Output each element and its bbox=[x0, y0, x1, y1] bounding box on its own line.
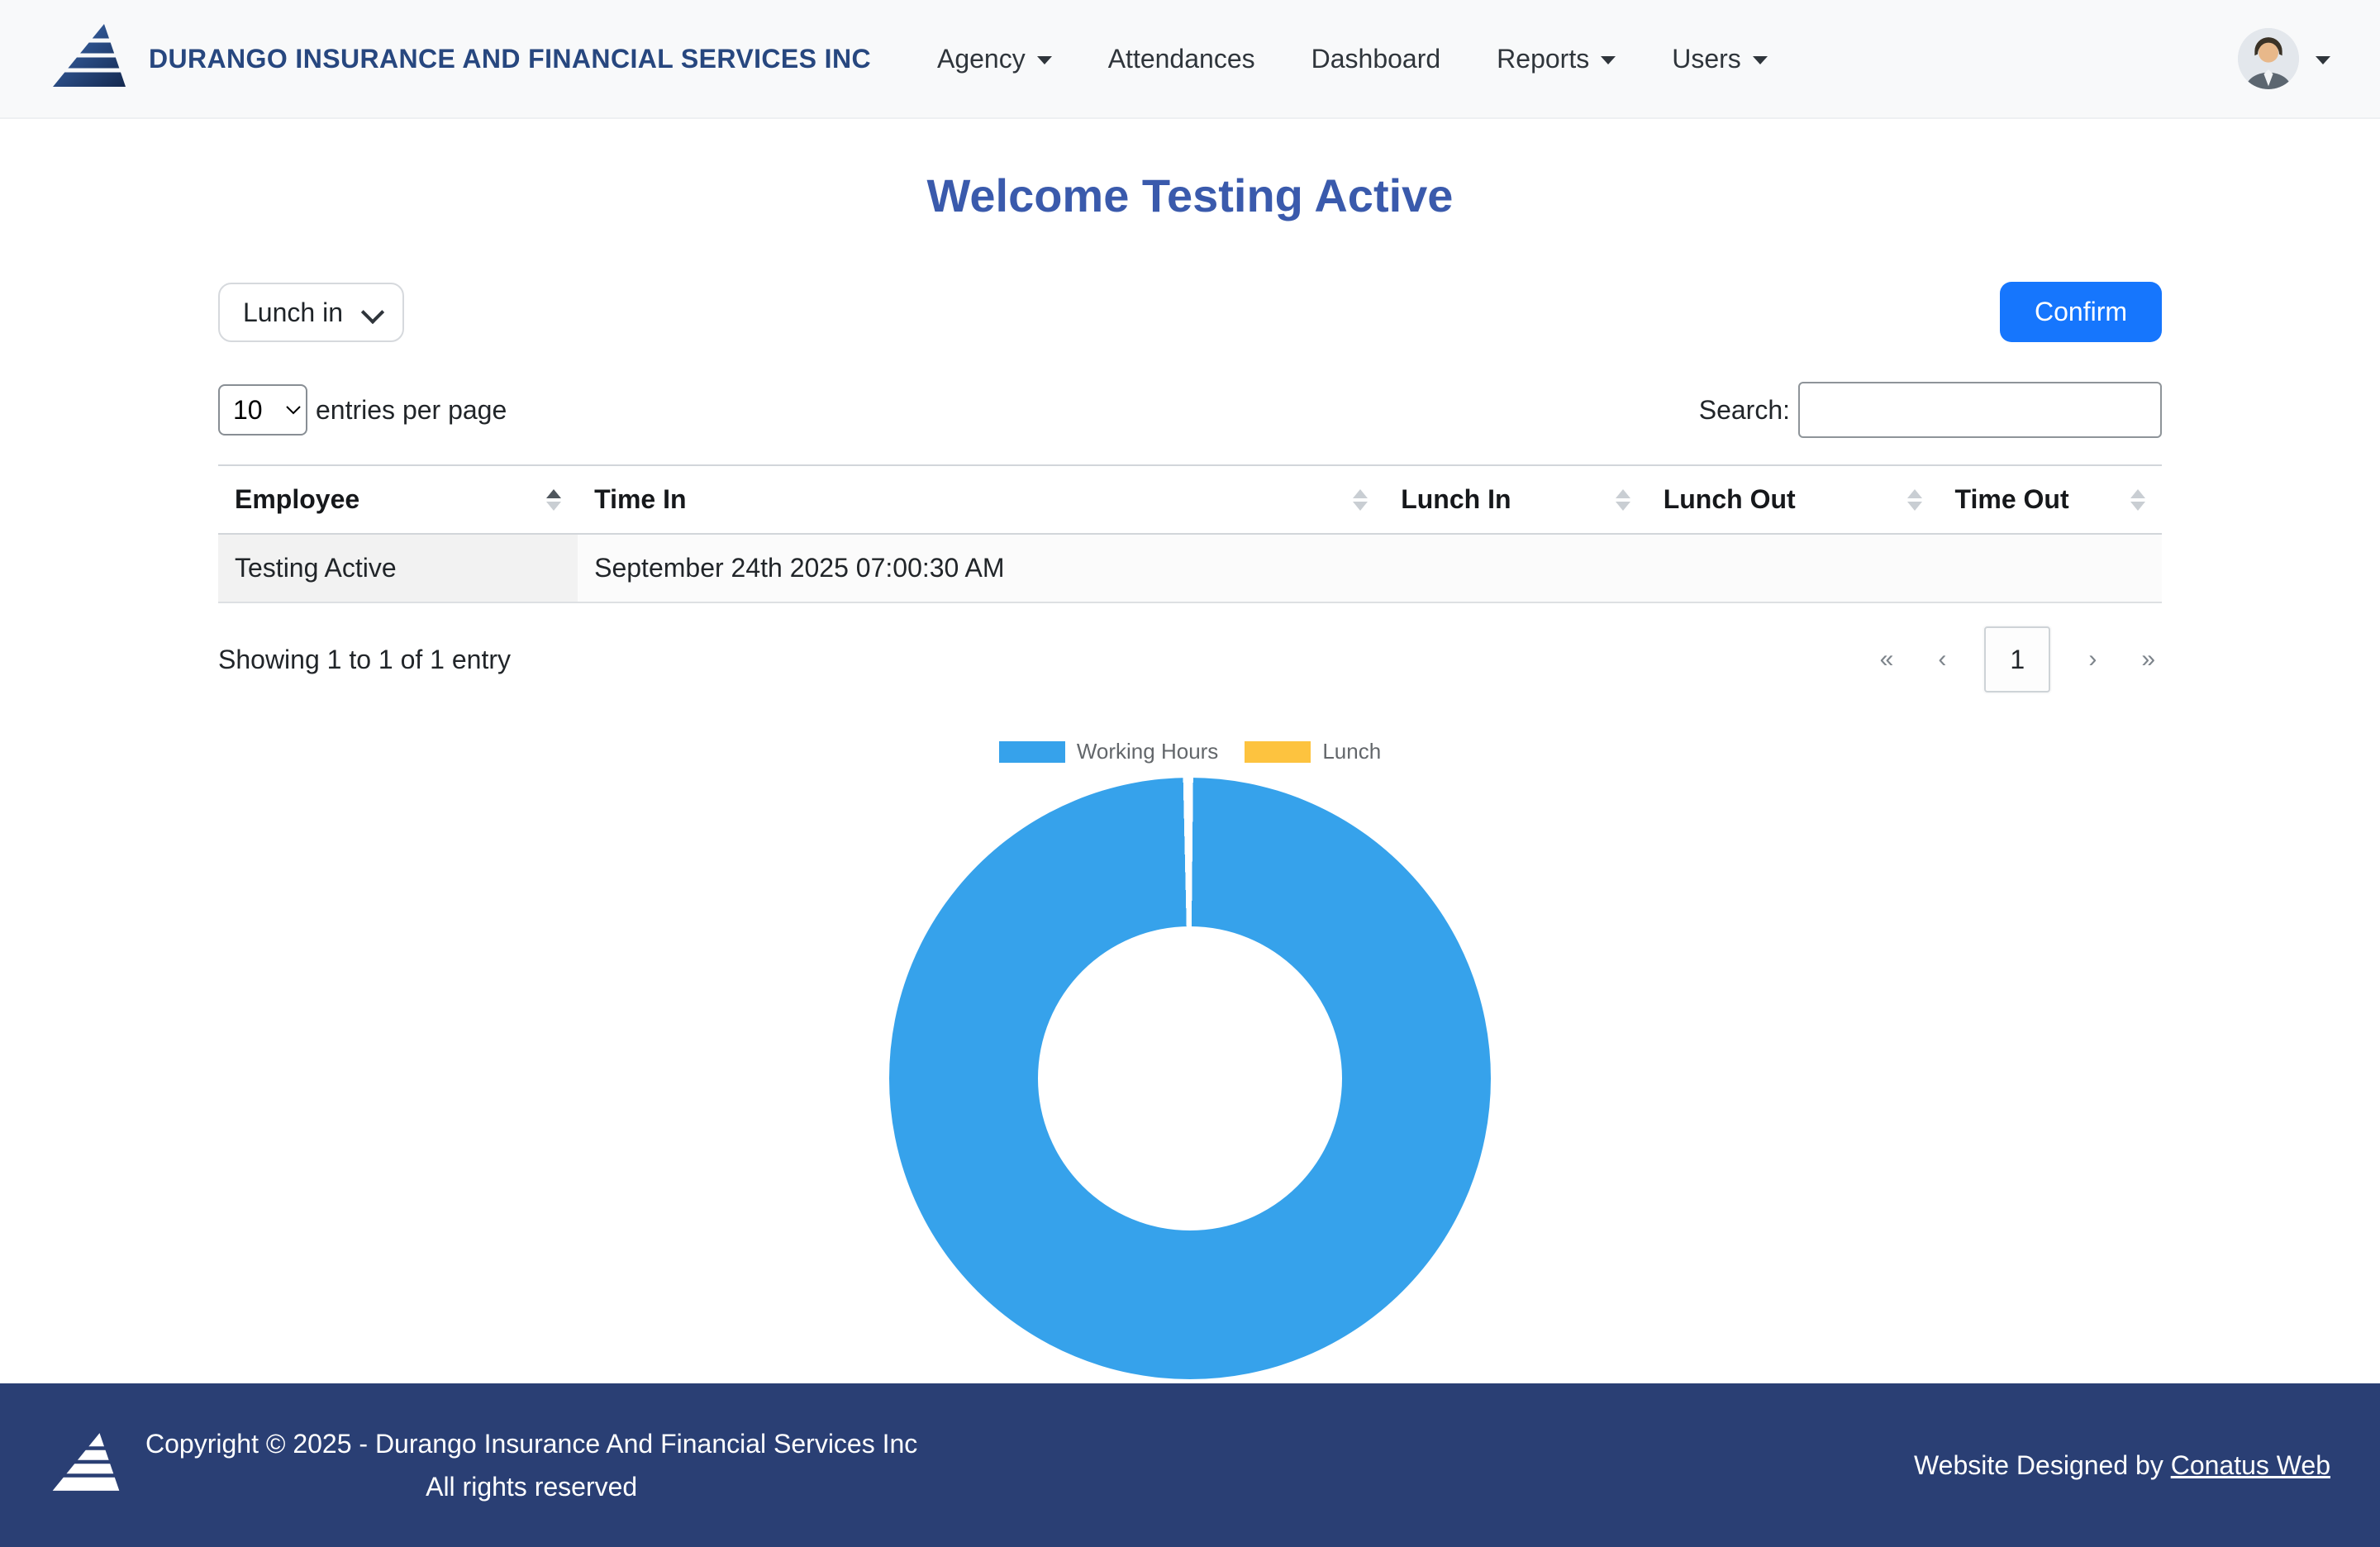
footer-credit: Website Designed by Conatus Web bbox=[1914, 1450, 2330, 1481]
action-row: Lunch in Confirm bbox=[218, 282, 2162, 342]
cell-lunch-out bbox=[1647, 534, 1939, 602]
table-info: Showing 1 to 1 of 1 entry bbox=[218, 645, 511, 675]
cell-time-out bbox=[1939, 534, 2163, 602]
main-content: Welcome Testing Active Lunch in Confirm … bbox=[0, 119, 2380, 1383]
brand-logo-link[interactable]: DURANGO INSURANCE AND FINANCIAL SERVICES… bbox=[50, 21, 871, 97]
pagination-page-1-button[interactable]: 1 bbox=[1984, 626, 2050, 693]
app-window: DURANGO INSURANCE AND FINANCIAL SERVICES… bbox=[0, 0, 2380, 1547]
nav-item-attendances[interactable]: Attendances bbox=[1108, 44, 1255, 74]
caret-down-icon bbox=[1037, 56, 1052, 64]
confirm-button[interactable]: Confirm bbox=[2000, 282, 2162, 342]
search-input[interactable] bbox=[1798, 382, 2162, 438]
attendance-table: Employee Time In Lunch In Lun bbox=[218, 464, 2162, 603]
page-title: Welcome Testing Active bbox=[0, 169, 2380, 222]
sort-ascending-icon bbox=[546, 489, 561, 511]
sort-icons bbox=[1616, 489, 1630, 511]
search-label: Search: bbox=[1699, 395, 1790, 426]
column-header-time-in[interactable]: Time In bbox=[578, 465, 1384, 534]
sort-icons bbox=[1907, 489, 1922, 511]
nav-item-agency[interactable]: Agency bbox=[937, 44, 1052, 74]
pagination-last-button[interactable]: » bbox=[2135, 639, 2162, 680]
cell-lunch-in bbox=[1384, 534, 1647, 602]
column-header-lunch-in[interactable]: Lunch In bbox=[1384, 465, 1647, 534]
chart-legend: Working Hours Lunch bbox=[0, 739, 2380, 764]
caret-down-icon bbox=[1601, 56, 1616, 64]
rights-text: All rights reserved bbox=[145, 1465, 917, 1508]
company-logo-icon bbox=[50, 21, 129, 97]
footer: Copyright © 2025 - Durango Insurance And… bbox=[0, 1383, 2380, 1547]
cell-time-in: September 24th 2025 07:00:30 AM bbox=[578, 534, 1384, 602]
sort-icons bbox=[1353, 489, 1368, 511]
company-logo-icon bbox=[50, 1429, 122, 1502]
brand-name: DURANGO INSURANCE AND FINANCIAL SERVICES… bbox=[149, 44, 871, 74]
footer-copyright-block: Copyright © 2025 - Durango Insurance And… bbox=[145, 1422, 917, 1508]
table-header-row: Employee Time In Lunch In Lun bbox=[218, 465, 2162, 534]
working-hours-swatch bbox=[999, 741, 1065, 763]
legend-item-working-hours[interactable]: Working Hours bbox=[999, 739, 1218, 764]
table-footer-row: Showing 1 to 1 of 1 entry « ‹ 1 › » bbox=[218, 626, 2162, 693]
entries-per-page-select[interactable]: 10 bbox=[218, 384, 307, 436]
designed-by-text: Website Designed by bbox=[1914, 1450, 2171, 1480]
pagination-next-button[interactable]: › bbox=[2082, 639, 2103, 680]
search-control: Search: bbox=[1699, 382, 2162, 438]
nav-item-reports[interactable]: Reports bbox=[1497, 44, 1616, 74]
user-menu[interactable] bbox=[2238, 28, 2330, 89]
nav-item-users[interactable]: Users bbox=[1672, 44, 1768, 74]
table-controls-row: 10 entries per page Search: bbox=[218, 382, 2162, 438]
footer-left: Copyright © 2025 - Durango Insurance And… bbox=[50, 1422, 917, 1508]
nav-item-dashboard[interactable]: Dashboard bbox=[1311, 44, 1441, 74]
entries-per-page-label: entries per page bbox=[316, 395, 507, 426]
conatus-web-link[interactable]: Conatus Web bbox=[2171, 1450, 2330, 1480]
main-nav: Agency Attendances Dashboard Reports Use… bbox=[937, 44, 1768, 74]
pagination-first-button[interactable]: « bbox=[1873, 639, 1901, 680]
pagination-prev-button[interactable]: ‹ bbox=[1931, 639, 1953, 680]
entries-per-page-control: 10 entries per page bbox=[218, 384, 507, 436]
copyright-text: Copyright © 2025 - Durango Insurance And… bbox=[145, 1422, 917, 1465]
caret-down-icon bbox=[2316, 56, 2330, 64]
column-header-time-out[interactable]: Time Out bbox=[1939, 465, 2163, 534]
sort-icons bbox=[2130, 489, 2145, 511]
column-header-employee[interactable]: Employee bbox=[218, 465, 578, 534]
attendance-action-select[interactable]: Lunch in bbox=[218, 283, 404, 342]
column-header-lunch-out[interactable]: Lunch Out bbox=[1647, 465, 1939, 534]
action-select-wrap: Lunch in bbox=[218, 283, 404, 342]
pagination: « ‹ 1 › » bbox=[1873, 626, 2162, 693]
lunch-swatch bbox=[1245, 741, 1311, 763]
top-navbar: DURANGO INSURANCE AND FINANCIAL SERVICES… bbox=[0, 0, 2380, 119]
table-row: Testing Active September 24th 2025 07:00… bbox=[218, 534, 2162, 602]
user-avatar bbox=[2238, 28, 2299, 89]
cell-employee: Testing Active bbox=[218, 534, 578, 602]
working-hours-donut-chart bbox=[889, 778, 1491, 1379]
legend-item-lunch[interactable]: Lunch bbox=[1245, 739, 1381, 764]
caret-down-icon bbox=[1753, 56, 1768, 64]
